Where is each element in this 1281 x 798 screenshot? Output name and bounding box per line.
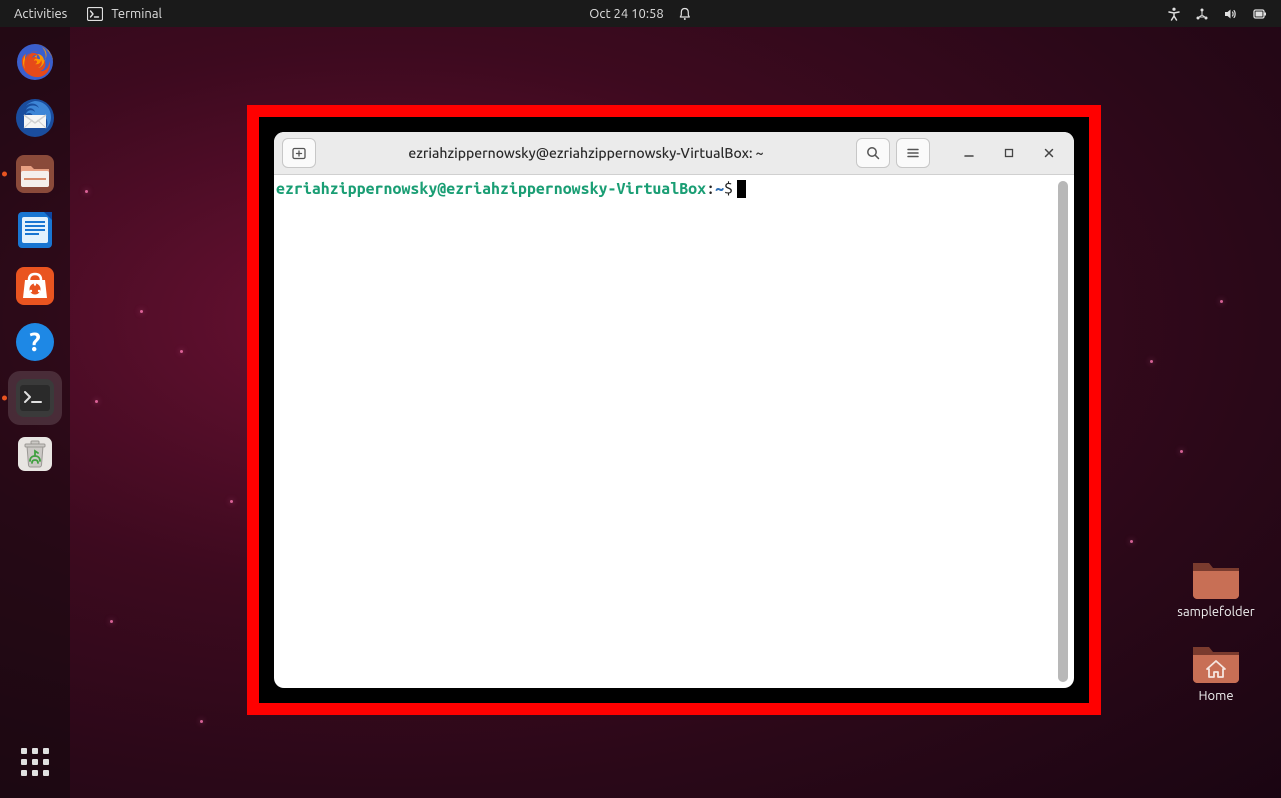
home-folder-icon xyxy=(1190,639,1242,685)
running-indicator-dot xyxy=(2,172,7,177)
terminal-titlebar[interactable]: ezriahzippernowsky@ezriahzippernowsky-Vi… xyxy=(274,132,1074,175)
terminal-text: ezriahzippernowsky@ezriahzippernowsky-Vi… xyxy=(276,179,1058,684)
dock-item-help[interactable]: ? xyxy=(8,315,62,369)
running-indicator-dot xyxy=(2,396,7,401)
libreoffice-writer-icon xyxy=(13,208,57,252)
desktop-home[interactable]: Home xyxy=(1171,639,1261,703)
new-tab-button[interactable] xyxy=(282,138,316,168)
volume-icon[interactable] xyxy=(1223,7,1237,21)
topbar: Activities Terminal Oct 24 10:58 xyxy=(0,0,1281,27)
terminal-window: ezriahzippernowsky@ezriahzippernowsky-Vi… xyxy=(274,132,1074,688)
terminal-body[interactable]: ezriahzippernowsky@ezriahzippernowsky-Vi… xyxy=(274,175,1074,688)
cursor xyxy=(737,180,746,198)
close-icon xyxy=(1043,147,1055,159)
desktop-icon-label: samplefolder xyxy=(1177,605,1254,619)
new-tab-icon xyxy=(291,145,307,161)
current-app-indicator[interactable]: Terminal xyxy=(87,7,162,21)
power-icon[interactable] xyxy=(1251,7,1267,21)
maximize-icon xyxy=(1003,147,1015,159)
terminal-scrollbar[interactable] xyxy=(1058,181,1068,682)
hamburger-menu-button[interactable] xyxy=(896,138,930,168)
dock-item-trash[interactable] xyxy=(8,427,62,481)
accessibility-icon[interactable] xyxy=(1167,7,1181,21)
scrollbar-thumb[interactable] xyxy=(1058,181,1068,682)
window-title: ezriahzippernowsky@ezriahzippernowsky-Vi… xyxy=(322,145,850,161)
dock-item-thunderbird[interactable] xyxy=(8,91,62,145)
dock-item-terminal[interactable] xyxy=(8,371,62,425)
hamburger-icon xyxy=(905,145,921,161)
dock-item-files[interactable] xyxy=(8,147,62,201)
dock-item-libreoffice-writer[interactable] xyxy=(8,203,62,257)
search-button[interactable] xyxy=(856,138,890,168)
firefox-icon xyxy=(13,40,57,84)
terminal-icon xyxy=(87,7,103,21)
minimize-button[interactable] xyxy=(952,138,986,168)
folder-icon xyxy=(1190,555,1242,601)
thunderbird-icon xyxy=(13,96,57,140)
trash-icon xyxy=(13,432,57,476)
prompt-sep: : xyxy=(706,180,715,198)
prompt-userhost: ezriahzippernowsky@ezriahzippernowsky-Vi… xyxy=(276,180,706,198)
close-button[interactable] xyxy=(1032,138,1066,168)
files-icon xyxy=(13,152,57,196)
desktop-folder-samplefolder[interactable]: samplefolder xyxy=(1171,555,1261,619)
current-app-label: Terminal xyxy=(111,7,162,21)
ubuntu-software-icon xyxy=(13,264,57,308)
dock-item-ubuntu-software[interactable] xyxy=(8,259,62,313)
desktop-icons: samplefolder Home xyxy=(1171,555,1261,703)
highlight-box: ezriahzippernowsky@ezriahzippernowsky-Vi… xyxy=(247,105,1101,715)
prompt-path: ~ xyxy=(715,180,724,198)
terminal-app-icon xyxy=(13,376,57,420)
network-icon[interactable] xyxy=(1195,7,1209,21)
help-icon: ? xyxy=(13,320,57,364)
desktop-icon-label: Home xyxy=(1198,689,1233,703)
dock: ? xyxy=(0,27,70,798)
svg-text:?: ? xyxy=(29,327,40,356)
clock[interactable]: Oct 24 10:58 xyxy=(589,7,663,21)
notification-icon[interactable] xyxy=(678,7,692,21)
prompt-dollar: $ xyxy=(724,180,733,198)
show-applications-button[interactable] xyxy=(13,740,57,784)
maximize-button[interactable] xyxy=(992,138,1026,168)
activities-button[interactable]: Activities xyxy=(14,7,67,21)
dock-item-firefox[interactable] xyxy=(8,35,62,89)
search-icon xyxy=(865,145,881,161)
minimize-icon xyxy=(963,147,975,159)
